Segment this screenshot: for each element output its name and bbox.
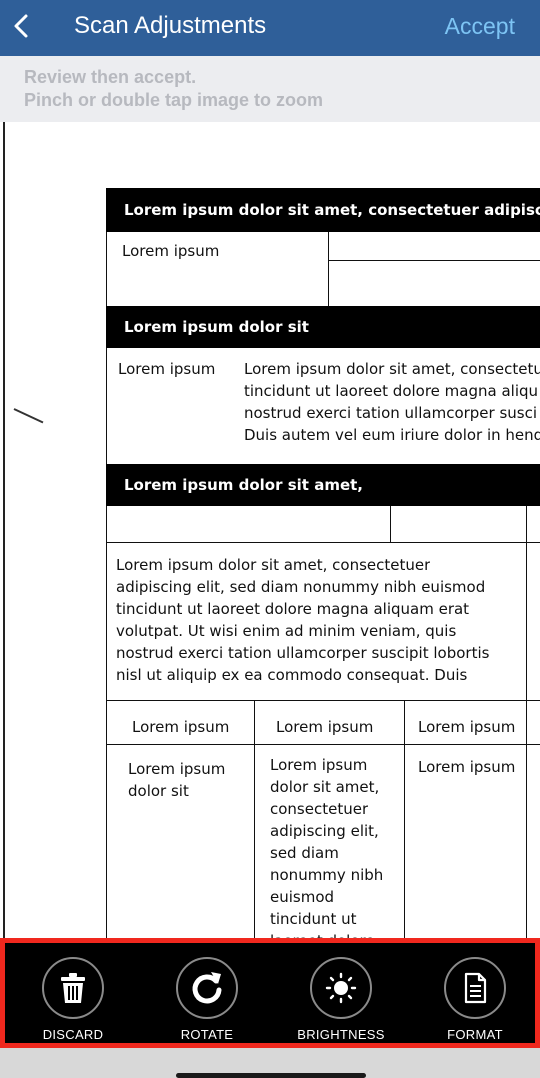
discard-button[interactable]: DISCARD [13, 951, 133, 1042]
home-indicator[interactable] [176, 1073, 366, 1078]
paragraph-line: adipiscing elit, sed diam nonummy nibh e… [116, 578, 486, 596]
column-text-line: Lorem ipsum [270, 756, 368, 774]
brightness-icon [325, 972, 357, 1004]
column-text-line: tincidunt ut [270, 910, 357, 928]
column-text-line: euismod [270, 888, 335, 906]
table-border [106, 700, 540, 701]
pen-mark [13, 408, 44, 424]
accept-button[interactable]: Accept [445, 10, 515, 42]
brightness-button-circle [310, 957, 372, 1019]
rotate-icon [192, 972, 222, 1004]
table-cell: Lorem ipsum [122, 242, 220, 260]
row-label: Lorem ipsum [118, 360, 216, 378]
table-border [106, 506, 107, 940]
column-header: Lorem ipsum [418, 718, 516, 736]
discard-button-circle [42, 957, 104, 1019]
column-text-line: Lorem ipsum [128, 760, 226, 778]
document-content: Lorem ipsum dolor sit amet, consectetuer… [106, 188, 540, 940]
chevron-left-icon [14, 14, 28, 38]
adjustment-toolbar: DISCARD ROTATE BRIGHTNESS FORMAT [0, 938, 540, 1048]
rotate-button[interactable]: ROTATE [147, 951, 267, 1042]
page-title: Scan Adjustments [74, 12, 267, 39]
section-header-1: Lorem ipsum dolor sit amet, consectetuer… [106, 188, 540, 232]
brightness-label: BRIGHTNESS [297, 1027, 385, 1042]
column-text-line: consectetuer [270, 800, 369, 818]
table-border [254, 700, 255, 940]
paragraph-line: nisl ut aliquip ex ea commodo consequat.… [116, 666, 468, 684]
row-text-line: Lorem ipsum dolor sit amet, consectetu [244, 360, 540, 378]
section-header-3: Lorem ipsum dolor sit amet, [106, 464, 540, 506]
column-text-line: Lorem ipsum [418, 758, 516, 776]
hint-line-1: Review then accept. [24, 67, 197, 87]
discard-label: DISCARD [42, 1027, 104, 1042]
column-text-line: sed diam [270, 844, 339, 862]
table-border [106, 348, 107, 464]
row-text-line: tincidunt ut laoreet dolore magna aliqu [244, 382, 539, 400]
paragraph-line: Lorem ipsum dolor sit amet, consectetuer [116, 556, 431, 574]
trash-icon [61, 973, 85, 1003]
document-icon [464, 972, 487, 1004]
column-header: Lorem ipsum [132, 718, 230, 736]
column-text-line: dolor sit [128, 782, 189, 800]
column-header: Lorem ipsum [276, 718, 374, 736]
rotate-button-circle [176, 957, 238, 1019]
column-text-line: dolor sit amet, [270, 778, 380, 796]
table-border [328, 260, 540, 261]
format-label: FORMAT [447, 1027, 503, 1042]
table-border [404, 700, 405, 940]
hint-banner: Review then accept. Pinch or double tap … [0, 56, 540, 122]
page-edge [3, 122, 5, 940]
paragraph-line: tincidunt ut laoreet dolore magna aliqua… [116, 600, 470, 618]
table-border [106, 232, 107, 306]
section-header-2: Lorem ipsum dolor sit [106, 306, 540, 348]
table-border [106, 542, 540, 543]
hint-line-2: Pinch or double tap image to zoom [24, 90, 324, 110]
table-border [106, 744, 540, 745]
paragraph-line: volutpat. Ut wisi enim ad minim veniam, … [116, 622, 457, 640]
table-border [328, 232, 329, 306]
back-button[interactable] [10, 10, 32, 42]
scanned-document-image[interactable]: Lorem ipsum dolor sit amet, consectetuer… [0, 122, 540, 940]
paragraph-line: nostrud exerci tation ullamcorper suscip… [116, 644, 490, 662]
table-border [390, 506, 391, 542]
column-text-line: nonummy nibh [270, 866, 384, 884]
format-button[interactable]: FORMAT [415, 951, 535, 1042]
format-button-circle [444, 957, 506, 1019]
row-text-line: nostrud exerci tation ullamcorper susci [244, 404, 538, 422]
row-text-line: Duis autem vel eum iriure dolor in hend [244, 426, 540, 444]
column-text-line: adipiscing elit, [270, 822, 379, 840]
brightness-button[interactable]: BRIGHTNESS [281, 951, 401, 1042]
navigation-bar: Scan Adjustments Accept [0, 0, 540, 56]
table-border [526, 506, 527, 940]
rotate-label: ROTATE [180, 1027, 234, 1042]
